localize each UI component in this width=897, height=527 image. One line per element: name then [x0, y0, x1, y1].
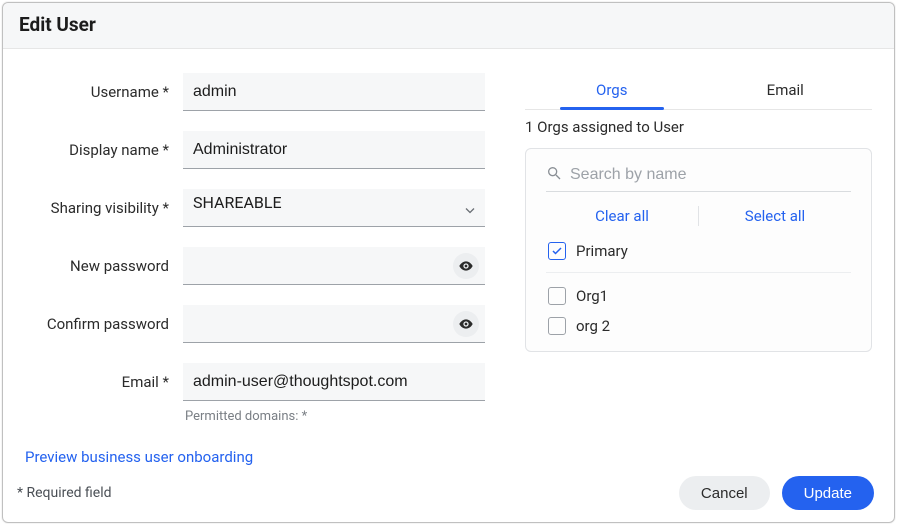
clear-all-link[interactable]: Clear all	[546, 207, 698, 225]
sharing-visibility-select[interactable]: SHAREABLE	[183, 189, 485, 227]
confirm-password-label: Confirm password	[25, 315, 183, 333]
orgs-list: Primary Org1 org 2	[546, 236, 851, 341]
org-item[interactable]: org 2	[546, 311, 851, 341]
org-checkbox[interactable]	[548, 317, 566, 335]
orgs-panel: Clear all Select all Primary Org1 org 2	[525, 148, 872, 352]
orgs-column: Orgs Email 1 Orgs assigned to User Clear…	[525, 73, 872, 466]
org-item[interactable]: Org1	[546, 281, 851, 311]
org-checkbox[interactable]	[548, 287, 566, 305]
dialog-footer: * Required field Cancel Update	[3, 466, 894, 524]
new-password-input[interactable]	[183, 247, 485, 285]
update-button[interactable]: Update	[782, 476, 874, 510]
orgs-assigned-count: 1 Orgs assigned to User	[525, 118, 872, 136]
org-item-label: org 2	[576, 317, 610, 335]
confirm-password-input[interactable]	[183, 305, 485, 343]
edit-user-dialog: Edit User Username * Display name * Shar…	[2, 2, 895, 523]
display-name-input[interactable]	[183, 131, 485, 169]
cancel-button[interactable]: Cancel	[679, 476, 770, 510]
dialog-header: Edit User	[3, 3, 894, 49]
sharing-visibility-label: Sharing visibility *	[25, 199, 183, 217]
required-field-note: * Required field	[17, 485, 112, 501]
email-permitted-domains: Permitted domains: *	[183, 407, 485, 438]
org-item-label: Org1	[576, 287, 608, 305]
form-column: Username * Display name * Sharing visibi…	[25, 73, 485, 466]
tab-email[interactable]: Email	[699, 73, 873, 109]
email-input[interactable]	[183, 363, 485, 401]
org-item-label: Primary	[576, 242, 628, 260]
search-icon	[546, 165, 562, 185]
dialog-title: Edit User	[19, 13, 878, 36]
org-checkbox[interactable]	[548, 242, 566, 260]
new-password-label: New password	[25, 257, 183, 275]
select-all-link[interactable]: Select all	[699, 207, 851, 225]
orgs-search-row	[546, 165, 851, 192]
email-label: Email *	[25, 373, 183, 391]
orgs-bulk-actions: Clear all Select all	[546, 206, 851, 226]
show-password-icon[interactable]	[453, 253, 479, 279]
username-input[interactable]	[183, 73, 485, 111]
dialog-body: Username * Display name * Sharing visibi…	[3, 49, 894, 466]
show-confirm-password-icon[interactable]	[453, 311, 479, 337]
username-label: Username *	[25, 83, 183, 101]
display-name-label: Display name *	[25, 141, 183, 159]
org-item[interactable]: Primary	[546, 236, 851, 273]
preview-onboarding-link[interactable]: Preview business user onboarding	[25, 448, 253, 466]
right-tabs: Orgs Email	[525, 73, 872, 110]
orgs-search-input[interactable]	[570, 166, 851, 184]
tab-orgs[interactable]: Orgs	[525, 73, 699, 109]
